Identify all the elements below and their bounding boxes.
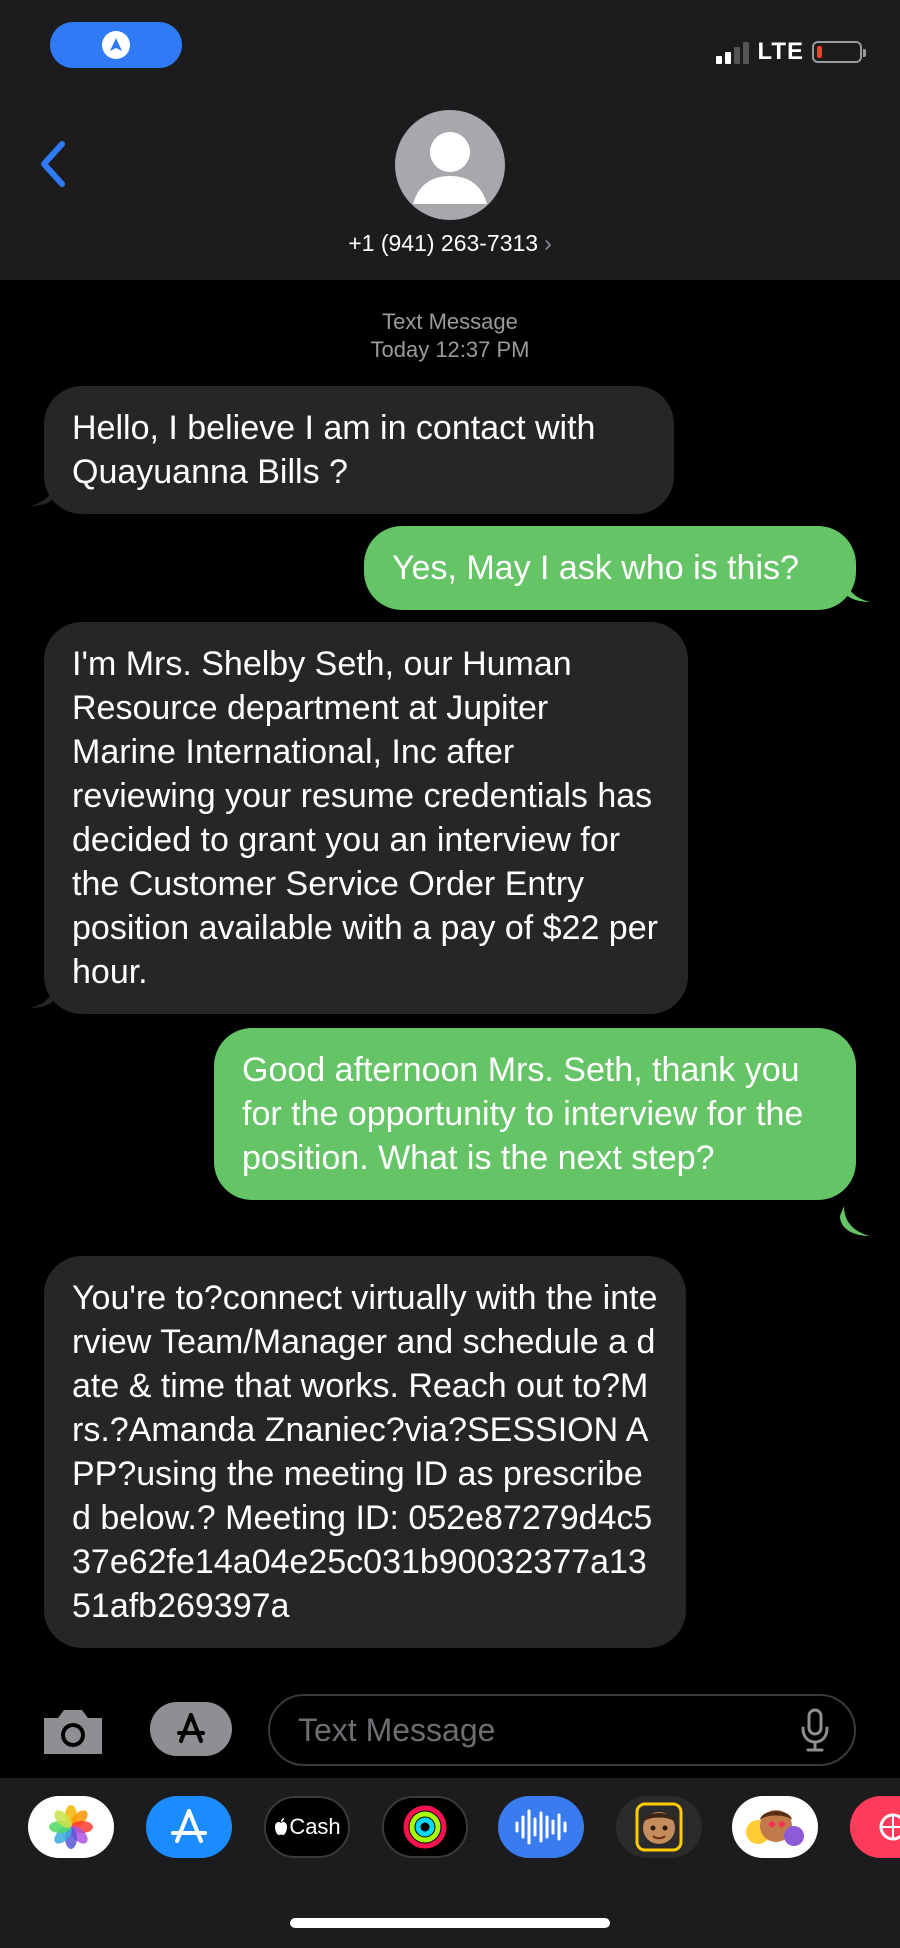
photos-icon (49, 1805, 93, 1849)
app-store-icon (177, 1713, 205, 1743)
audio-message-app-button[interactable] (498, 1796, 584, 1858)
home-indicator[interactable] (290, 1918, 610, 1928)
conversation-header: LTE +1 (941) 263-7313 › (0, 0, 900, 280)
back-button[interactable] (34, 138, 74, 190)
navigation-status-pill[interactable] (50, 22, 182, 68)
app-store-icon (171, 1809, 207, 1843)
network-type: LTE (757, 38, 804, 65)
thread-viewport: You're to?connect virtually with the int… (0, 1256, 900, 1682)
chevron-right-icon: › (544, 230, 552, 256)
message-input[interactable] (268, 1694, 856, 1766)
apple-cash-app-button[interactable]: Cash (264, 1796, 350, 1858)
navigation-arrow-icon (102, 31, 130, 59)
contact-avatar[interactable] (395, 110, 505, 220)
camera-icon (44, 1710, 102, 1754)
contact-number: +1 (941) 263-7313 (348, 230, 539, 256)
battery-icon (812, 41, 866, 63)
service-label: Text Message (382, 309, 518, 334)
app-store-toggle-button[interactable] (150, 1702, 232, 1756)
photos-app-button[interactable] (28, 1796, 114, 1858)
message-composer (0, 1682, 900, 1778)
outgoing-message[interactable]: Yes, May I ask who is this? (364, 526, 856, 610)
status-bar: LTE (716, 38, 866, 66)
apple-logo-icon (275, 1818, 288, 1835)
activity-app-button[interactable] (382, 1796, 468, 1858)
activity-rings-icon (403, 1805, 447, 1849)
chevron-left-icon (41, 141, 65, 187)
message-time: Today 12:37 PM (370, 337, 530, 362)
waveform-icon (515, 1809, 567, 1845)
animoji-stickers-app-button[interactable] (732, 1796, 818, 1858)
digital-touch-icon (879, 1813, 900, 1841)
memoji-app-button[interactable] (616, 1796, 702, 1858)
bubble-tail (30, 476, 60, 506)
bubble-tail (30, 978, 60, 1008)
thread-timestamp: Text Message Today 12:37 PM (0, 308, 900, 364)
incoming-message[interactable]: Hello, I believe I am in contact with Qu… (44, 386, 674, 514)
signal-strength-icon (716, 40, 750, 64)
incoming-message[interactable]: You're to?connect virtually with the int… (44, 1256, 686, 1648)
incoming-message[interactable]: I'm Mrs. Shelby Seth, our Human Resource… (44, 622, 688, 1014)
dictation-button[interactable] (800, 1708, 830, 1752)
memoji-icon (635, 1802, 683, 1852)
microphone-icon (801, 1708, 829, 1752)
bubble-tail (840, 1206, 870, 1236)
camera-button[interactable] (38, 1704, 108, 1760)
stickers-icon (746, 1810, 804, 1846)
bubble-tail (840, 572, 870, 602)
contact-name-button[interactable]: +1 (941) 263-7313 › (0, 230, 900, 257)
cash-label: Cash (289, 1814, 341, 1839)
digital-touch-app-button[interactable] (850, 1796, 900, 1858)
outgoing-message[interactable]: Good afternoon Mrs. Seth, thank you for … (214, 1028, 856, 1200)
app-store-app-button[interactable] (146, 1796, 232, 1858)
person-icon (413, 132, 487, 204)
